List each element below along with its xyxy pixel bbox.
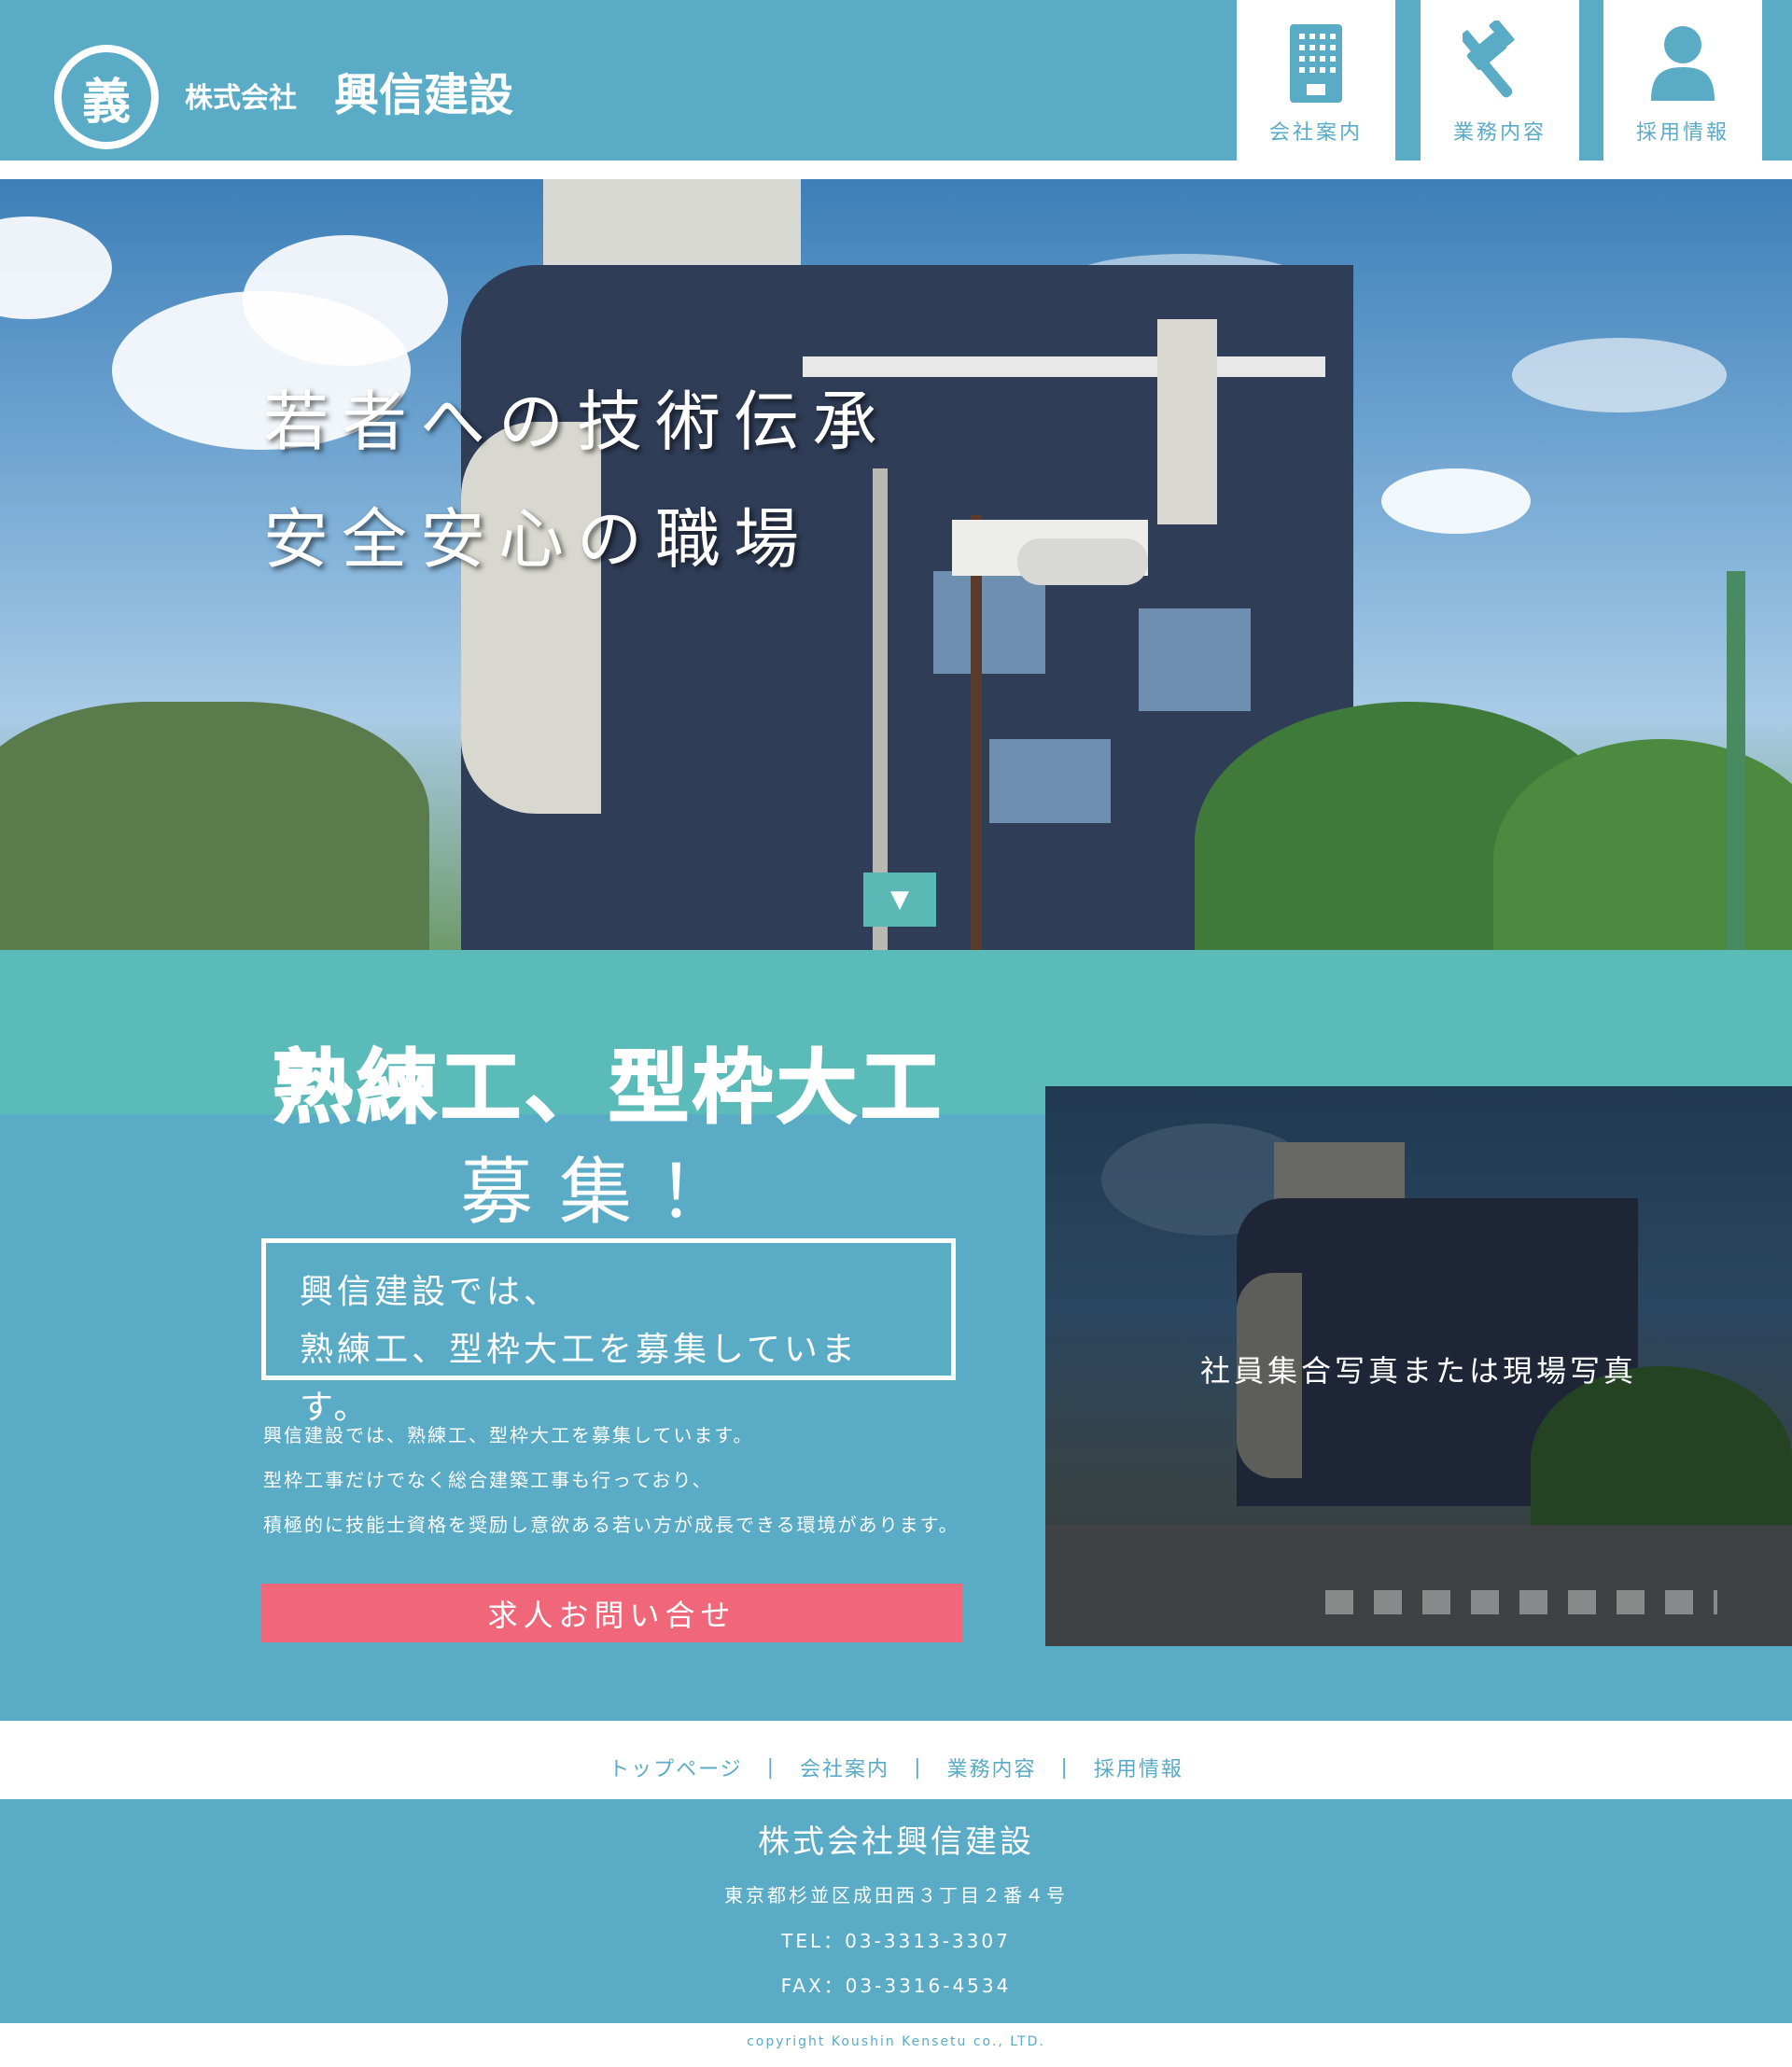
recruit-body-line: 積極的に技能士資格を奨励し意欲ある若い方が成長できる環境があります。 (263, 1514, 959, 1536)
footer-nav: トップページ | 会社案内 | 業務内容 | 採用情報 (0, 1721, 1792, 1799)
recruit-summary-box: 興信建設では、 熟練工、型枠大工を募集しています。 (261, 1238, 956, 1427)
footer-link-company[interactable]: 会社案内 (800, 1753, 889, 1782)
summary-line-1: 興信建設では、 (300, 1273, 562, 1311)
hero-headline-line1: 若者への技術伝承 (263, 384, 890, 460)
nav-company-info[interactable]: 会社案内 (1237, 0, 1395, 161)
footer-link-top[interactable]: トップページ (609, 1753, 743, 1782)
footer-separator: | (766, 1755, 777, 1780)
recruit-body-line: 型枠工事だけでなく総合建築工事も行っており、 (263, 1469, 713, 1491)
photo-caption: 社員集合写真または現場写真 (1199, 1353, 1637, 1389)
footer-separator: | (1060, 1755, 1070, 1780)
footer-separator: | (914, 1755, 923, 1780)
nav-services[interactable]: 業務内容 (1421, 0, 1579, 161)
gavel-icon (1463, 21, 1515, 98)
recruit-headline: 熟練工、型枠大工 (272, 1040, 945, 1136)
scroll-down-button[interactable]: ▼ (863, 873, 936, 927)
nav-label: 採用情報 (1635, 121, 1729, 145)
logo-company-name: 興信建設 (334, 69, 514, 121)
footer-company-name: 株式会社興信建設 (758, 1823, 1034, 1861)
job-inquiry-button[interactable]: 求人お問い合せ (261, 1584, 962, 1642)
chevron-down-icon: ▼ (890, 886, 909, 914)
header-divider (0, 161, 1792, 179)
staff-photo-placeholder: 社員集合写真または現場写真 (1045, 1086, 1792, 1646)
footer-address: 東京都杉並区成田西３丁目２番４号 (724, 1884, 1068, 1906)
logo-mark[interactable]: 義 (62, 52, 151, 142)
copyright: copyright Koushin Kensetu co., LTD. (747, 2034, 1045, 2049)
hero-headline-line2: 安全安心の職場 (263, 501, 812, 578)
footer-link-recruit[interactable]: 採用情報 (1094, 1753, 1183, 1782)
footer-fax: FAX：03-3316-4534 (780, 1975, 1012, 1997)
building-icon (1290, 24, 1342, 103)
nav-label: 業務内容 (1452, 121, 1547, 145)
footer-tel: TEL：03-3313-3307 (781, 1930, 1011, 1952)
nav-recruitment[interactable]: 採用情報 (1603, 0, 1762, 161)
logo-prefix: 株式会社 (185, 82, 297, 115)
recruit-headline-2: 募集！ (459, 1151, 757, 1235)
person-icon (1651, 26, 1715, 101)
recruit-body-line: 興信建設では、熟練工、型枠大工を募集しています。 (263, 1424, 754, 1446)
nav-label: 会社案内 (1268, 121, 1363, 145)
footer-link-services[interactable]: 業務内容 (946, 1753, 1036, 1782)
